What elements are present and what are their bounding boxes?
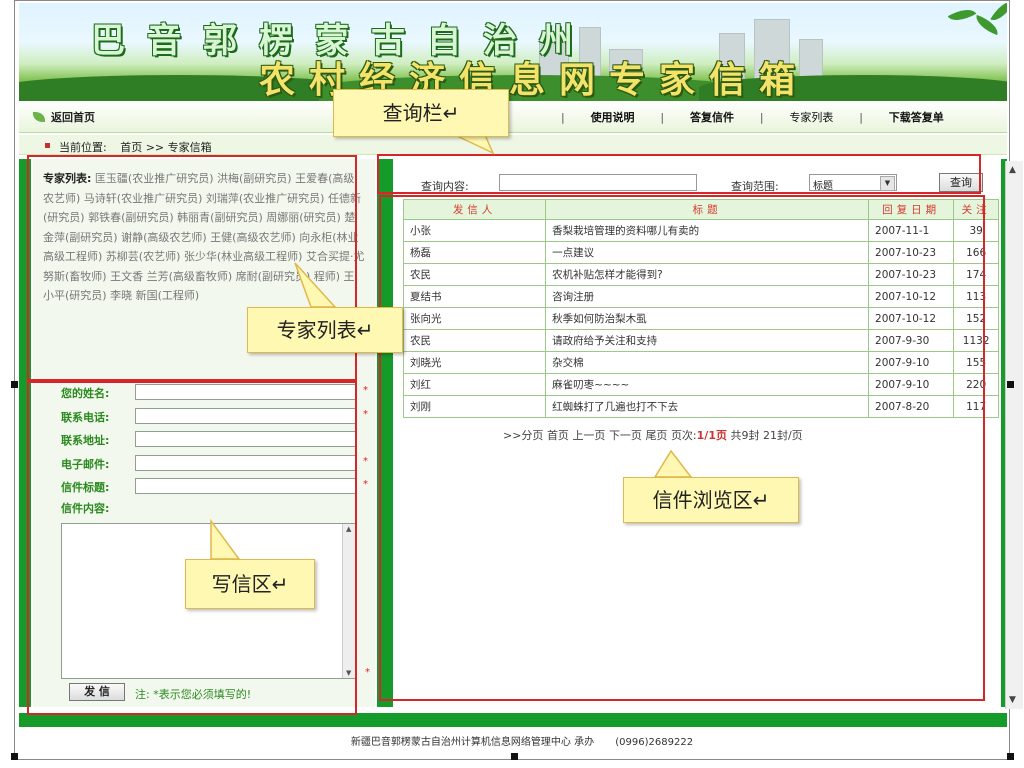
callout-write-area: 写信区↵ [185, 559, 315, 609]
callout-expert-list: 专家列表↵ [247, 307, 403, 353]
callout-pointers [210, 134, 693, 560]
selection-handle[interactable] [1007, 753, 1014, 760]
selection-handle[interactable] [1007, 381, 1014, 388]
selection-handle[interactable] [11, 753, 18, 760]
callout-letter-browse: 信件浏览区↵ [623, 477, 799, 523]
callout-query-bar: 查询栏↵ [333, 89, 509, 137]
selection-handle[interactable] [11, 381, 18, 388]
page-frame: 巴音郭楞蒙古自治州 农村经济信息网专家信箱 返回首页 | 使用说明 | 答复信件… [11, 0, 1023, 760]
expert-callout-pointer [294, 262, 337, 308]
browse-callout-pointer [653, 449, 693, 478]
selection-handle[interactable] [511, 753, 518, 760]
write-callout-pointer [210, 518, 241, 560]
query-callout-pointer [454, 134, 495, 155]
